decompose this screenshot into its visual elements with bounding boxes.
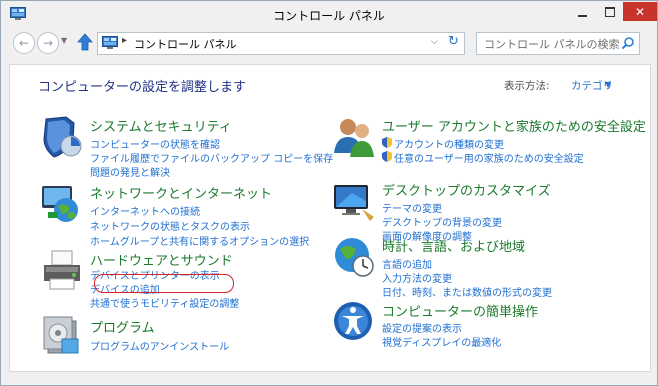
search-placeholder: コントロール パネルの検索 bbox=[484, 38, 620, 51]
title-bar[interactable]: コントロール パネル ✕ bbox=[1, 1, 657, 28]
refresh-icon[interactable]: ↻ bbox=[448, 34, 459, 49]
minimize-icon bbox=[578, 14, 587, 17]
category-title-ease-of-access[interactable]: コンピューターの簡単操作 bbox=[382, 301, 538, 320]
shield-icon bbox=[43, 116, 82, 158]
printer-icon bbox=[44, 250, 80, 290]
page-title: コンピューターの設定を調整します bbox=[38, 80, 247, 95]
breadcrumb[interactable]: コントロール パネル bbox=[134, 36, 237, 52]
link-check-computer-status[interactable]: コンピューターの状態を確認 bbox=[90, 136, 220, 151]
link-change-input-method[interactable]: 入力方法の変更 bbox=[382, 270, 452, 285]
link-network-status-tasks[interactable]: ネットワークの状態とタスクの表示 bbox=[90, 218, 250, 233]
close-button[interactable]: ✕ bbox=[623, 2, 657, 21]
search-input[interactable]: コントロール パネルの検索 bbox=[476, 32, 640, 55]
link-connect-internet[interactable]: インターネットへの接続 bbox=[90, 203, 200, 218]
navigation-bar: ← → ▼ ▸ コントロール パネル ⌵ ↻ コントロール パネルの検索 bbox=[1, 30, 657, 56]
users-icon bbox=[334, 119, 374, 157]
minimize-button[interactable] bbox=[569, 2, 596, 21]
category-title-desktop-customization[interactable]: デスクトップのカスタマイズ bbox=[382, 180, 551, 199]
recent-locations-button[interactable]: ▼ bbox=[61, 36, 67, 45]
link-change-account-type[interactable]: アカウントの種類の変更 bbox=[394, 136, 504, 151]
link-uninstall-program[interactable]: プログラムのアンインストール bbox=[90, 338, 229, 353]
category-title-network-internet[interactable]: ネットワークとインターネット bbox=[90, 183, 272, 202]
back-arrow-icon: ← bbox=[18, 36, 30, 50]
link-optimize-visual-display[interactable]: 視覚ディスプレイの最適化 bbox=[382, 334, 501, 349]
link-change-theme[interactable]: テーマの変更 bbox=[382, 200, 442, 215]
link-troubleshoot[interactable]: 問題の発見と解決 bbox=[90, 164, 170, 179]
main-content: コンピューターの設定を調整します 表示方法: カテゴリ ▼ システムとセキュリテ… bbox=[9, 64, 651, 372]
address-dropdown-icon[interactable]: ⌵ bbox=[431, 37, 438, 47]
link-change-background[interactable]: デスクトップの背景の変更 bbox=[382, 214, 502, 229]
link-file-history-backup[interactable]: ファイル履歴でファイルのバックアップ コピーを保存 bbox=[90, 150, 333, 165]
programs-icon bbox=[43, 316, 79, 354]
category-title-clock-language-region[interactable]: 時計、言語、および地域 bbox=[382, 236, 525, 255]
control-panel-window: コントロール パネル ✕ ← → ▼ ▸ コントロール パネル ⌵ ↻ コントロ… bbox=[0, 0, 658, 386]
back-button[interactable]: ← bbox=[13, 32, 35, 54]
chevron-down-icon[interactable]: ▼ bbox=[605, 80, 611, 89]
monitor-icon bbox=[334, 185, 374, 221]
link-add-language[interactable]: 言語の追加 bbox=[382, 256, 432, 271]
search-icon[interactable] bbox=[621, 36, 635, 50]
window-title: コントロール パネル bbox=[273, 9, 385, 23]
ease-of-access-icon bbox=[334, 302, 372, 340]
view-by-label: 表示方法: bbox=[504, 80, 550, 92]
uac-shield-icon bbox=[382, 151, 392, 162]
link-homegroup-sharing[interactable]: ホームグループと共有に関するオプションの選択 bbox=[90, 233, 309, 248]
network-globe-icon bbox=[42, 186, 78, 222]
link-family-safety[interactable]: 任意のユーザー用の家族のための安全設定 bbox=[394, 150, 584, 165]
category-title-system-security[interactable]: システムとセキュリティ bbox=[90, 116, 232, 135]
close-icon: ✕ bbox=[634, 4, 646, 19]
category-title-user-accounts[interactable]: ユーザー アカウントと家族のための安全設定 bbox=[382, 116, 646, 135]
clock-globe-icon bbox=[335, 238, 374, 277]
uac-shield-icon bbox=[382, 137, 392, 148]
breadcrumb-separator[interactable]: ▸ bbox=[122, 35, 127, 46]
maximize-icon bbox=[604, 6, 615, 17]
up-arrow-icon[interactable] bbox=[77, 33, 93, 51]
forward-button[interactable]: → bbox=[37, 32, 59, 54]
highlight-annotation bbox=[94, 274, 234, 293]
address-bar[interactable]: ▸ コントロール パネル ⌵ ↻ bbox=[97, 32, 465, 55]
link-change-date-time-format[interactable]: 日付、時刻、または数値の形式の変更 bbox=[382, 284, 552, 299]
maximize-button[interactable] bbox=[596, 2, 623, 21]
link-recommended-settings[interactable]: 設定の提案の表示 bbox=[382, 320, 462, 335]
control-panel-icon bbox=[102, 36, 118, 49]
forward-arrow-icon: → bbox=[42, 36, 54, 50]
link-mobility-settings[interactable]: 共通で使うモビリティ設定の調整 bbox=[90, 295, 239, 310]
category-title-programs[interactable]: プログラム bbox=[90, 317, 155, 336]
